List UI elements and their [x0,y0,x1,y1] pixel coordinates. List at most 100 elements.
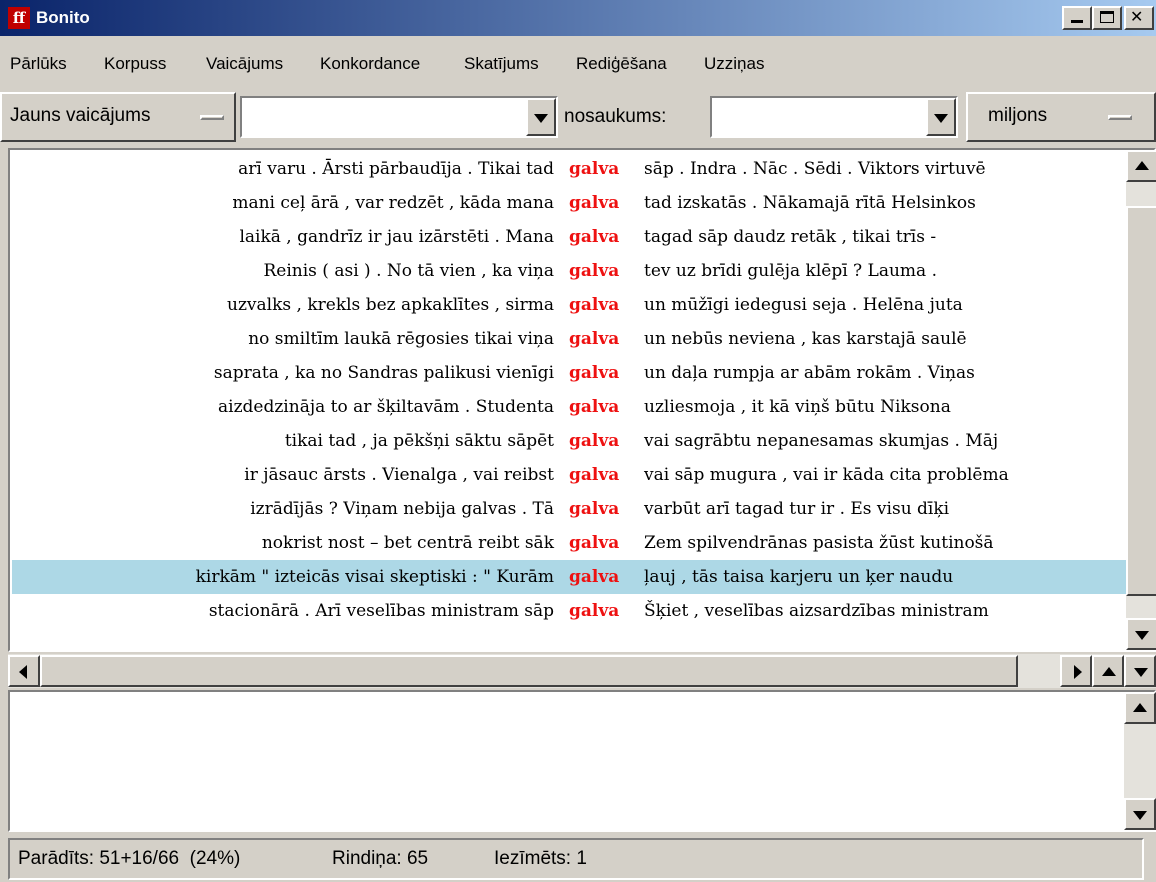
query-dropdown-button[interactable] [526,98,556,136]
corpus-label: miljons [988,105,1048,126]
left-context: ir jāsauc ārsts . Vienalga , vai reibst [244,465,554,485]
keyword: galva [569,193,620,213]
concordance-row[interactable]: no smiltīm laukā rēgosies tikai viņa galv… [12,322,1126,356]
arrow-down-icon [1135,631,1149,640]
keyword: galva [569,261,620,281]
right-context: ļauj , tās taisa karjeru un ķer naudu [644,567,954,587]
menu-uzzinas[interactable]: Uzziņas [704,54,764,74]
left-context: no smiltīm laukā rēgosies tikai viņa [248,329,554,349]
right-context: sāp . Indra . Nāc . Sēdi . Viktors virtu… [644,159,986,179]
left-context: tikai tad , ja pēkšņi sāktu sāpēt [284,431,554,451]
scroll-up-button[interactable] [1124,692,1156,724]
maximize-icon [1100,11,1114,23]
close-button[interactable]: ✕ [1124,6,1154,30]
right-context: tagad sāp daudz retāk , tikai trīs - [644,227,937,247]
option-indicator-icon [200,115,224,120]
concordance-row[interactable]: saprata , ka no Sandras palikusi vienīgi… [12,356,1126,390]
concordance-row[interactable]: izrādījās ? Viņam nebija galvas . Tā galv… [12,492,1126,526]
status-marked: Iezīmēts: 1 [494,848,587,869]
right-context: Šķiet , veselības aizsardzības ministram [644,601,989,621]
minimize-button[interactable] [1062,6,1092,30]
query-type-label: Jauns vaicājums [10,105,151,126]
menu-bar: Pārlūks Korpuss Vaicājums Konkordance Sk… [0,48,1156,80]
left-context: stacionārā . Arī veselības ministram sāp [208,601,554,621]
close-icon: ✕ [1130,7,1144,26]
concordance-row[interactable]: mani ceļ ārā , var redzēt , kāda mana gal… [12,186,1126,220]
menu-redigesana[interactable]: Rediģēšana [576,54,667,74]
left-context: nokrist nost – bet centrā reibt sāk [261,533,554,553]
arrow-up-icon [1135,161,1149,170]
minimize-icon [1071,20,1083,23]
concordance-row-selected[interactable]: kirkām " izteicās visai skeptiski : " Ku… [12,560,1126,594]
status-shown: Parādīts: 51+16/66 (24%) [18,848,241,869]
scroll-up-button[interactable] [1126,150,1156,182]
arrow-down-icon [1134,668,1148,677]
name-dropdown-button[interactable] [926,98,956,136]
scroll-down-button[interactable] [1124,798,1156,830]
menu-konkordance[interactable]: Konkordance [320,54,420,74]
prev-hit-button[interactable] [1092,655,1124,687]
concordance-row[interactable]: arī varu . Ārsti pārbaudīja . Tikai tad g… [12,152,1126,186]
left-context: kirkām " izteicās visai skeptiski : " Ku… [195,567,554,587]
next-hit-button[interactable] [1124,655,1156,687]
context-vscroll[interactable] [1124,692,1156,830]
concordance-hscroll[interactable] [8,654,1156,688]
left-context: saprata , ka no Sandras palikusi vienīgi [213,363,554,383]
scroll-right-button[interactable] [1060,655,1092,687]
concordance-vscroll[interactable] [1126,150,1156,650]
maximize-button[interactable] [1092,6,1122,30]
scroll-left-button[interactable] [8,655,40,687]
right-context: un mūžīgi iedegusi seja . Helēna juta [644,295,963,315]
right-context: tev uz brīdi gulēja klēpī ? Lauma . [644,261,937,281]
right-context: uzliesmoja , it kā viņš būtu Niksona [644,397,951,417]
keyword: galva [569,363,620,383]
keyword: galva [569,499,620,519]
menu-skatijums[interactable]: Skatījums [464,54,539,74]
query-combobox[interactable] [240,96,558,138]
window-title: Bonito [36,8,90,27]
option-indicator-icon [1108,115,1132,120]
concordance-row[interactable]: tikai tad , ja pēkšņi sāktu sāpēt galva va… [12,424,1126,458]
chevron-down-icon [534,114,548,123]
right-context: Zem spilvendrānas pasista žūst kutinošā [644,533,994,553]
query-type-button[interactable]: Jauns vaicājums [0,92,236,142]
concordance-row[interactable]: ir jāsauc ārsts . Vienalga , vai reibst g… [12,458,1126,492]
name-combobox[interactable] [710,96,958,138]
scroll-thumb[interactable] [1126,206,1156,596]
hscroll-thumb[interactable] [40,655,1018,687]
concordance-row[interactable]: Reinis ( asi ) . No tā vien , ka viņa gal… [12,254,1126,288]
context-pane[interactable] [8,690,1156,832]
concordance-list: arī varu . Ārsti pārbaudīja . Tikai tad g… [12,152,1126,652]
left-context: laikā , gandrīz ir jau izārstēti . Mana [239,227,554,247]
keyword: galva [569,397,620,417]
corpus-button[interactable]: miljons [966,92,1156,142]
concordance-row[interactable]: stacionārā . Arī veselības ministram sāp… [12,594,1126,628]
arrow-up-icon [1102,667,1116,676]
scroll-down-button[interactable] [1126,618,1156,650]
left-context: Reinis ( asi ) . No tā vien , ka viņa [263,261,554,281]
right-context: un daļa rumpja ar abām rokām . Viņas [644,363,975,383]
arrow-left-icon [19,665,27,679]
concordance-row[interactable]: laikā , gandrīz ir jau izārstēti . Mana g… [12,220,1126,254]
name-label: nosaukums: [564,106,667,127]
menu-parluks[interactable]: Pārlūks [10,54,67,74]
status-bar: Parādīts: 51+16/66 (24%) Rindiņa: 65 Iez… [8,838,1144,880]
title-bar: ff Bonito ✕ [0,0,1156,36]
right-context: un nebūs neviena , kas karstajā saulē [644,329,967,349]
concordance-row[interactable]: aizdedzināja to ar šķiltavām . Studenta g… [12,390,1126,424]
concordance-pane: arī varu . Ārsti pārbaudīja . Tikai tad g… [8,148,1156,652]
menu-korpuss[interactable]: Korpuss [104,54,166,74]
arrow-down-icon [1133,811,1147,820]
left-context: arī varu . Ārsti pārbaudīja . Tikai tad [238,159,554,179]
right-context: tad izskatās . Nākamajā rītā Helsinkos [644,193,976,213]
keyword: galva [569,601,620,621]
status-line: Rindiņa: 65 [332,848,429,869]
concordance-row[interactable]: uzvalks , krekls bez apkaklītes , sirma g… [12,288,1126,322]
menu-vaicajums[interactable]: Vaicājums [206,54,283,74]
left-context: aizdedzināja to ar šķiltavām . Studenta [218,397,554,417]
concordance-row[interactable]: nokrist nost – bet centrā reibt sāk galva… [12,526,1126,560]
keyword: galva [569,329,620,349]
right-context: varbūt arī tagad tur ir . Es visu dīķi [644,499,950,519]
keyword: galva [569,567,620,587]
left-context: izrādījās ? Viņam nebija galvas . Tā [250,499,554,519]
